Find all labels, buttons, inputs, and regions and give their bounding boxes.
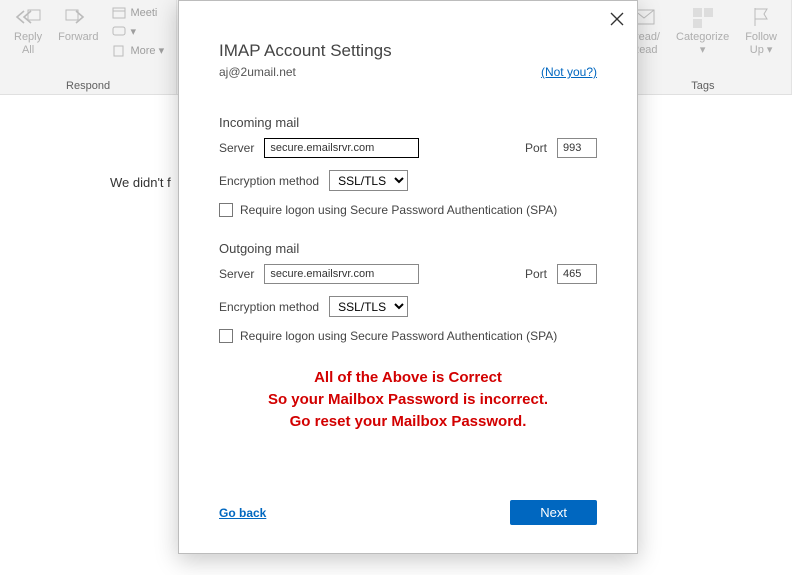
next-button[interactable]: Next <box>510 500 597 525</box>
not-you-link[interactable]: (Not you?) <box>541 65 597 79</box>
more-label: More ▾ <box>130 44 164 57</box>
calendar-icon <box>112 7 126 19</box>
outgoing-section-title: Outgoing mail <box>219 241 597 256</box>
account-email: aj@2umail.net <box>219 65 296 79</box>
outgoing-server-input[interactable] <box>264 264 419 284</box>
reply-all-button[interactable]: Reply All <box>8 4 48 76</box>
outgoing-encryption-label: Encryption method <box>219 300 319 314</box>
tags-group-label: Tags <box>691 76 714 92</box>
meeting-button[interactable]: Meeti <box>108 6 168 20</box>
reply-all-icon <box>14 6 42 28</box>
go-back-link[interactable]: Go back <box>219 506 266 520</box>
incoming-port-input[interactable] <box>557 138 597 158</box>
annotation-message: All of the Above is Correct So your Mail… <box>219 367 597 433</box>
outgoing-encryption-select[interactable]: SSL/TLS <box>329 296 408 317</box>
incoming-encryption-label: Encryption method <box>219 174 319 188</box>
dialog-title: IMAP Account Settings <box>219 41 597 61</box>
categorize-button[interactable]: Categorize ▾ <box>670 4 735 76</box>
close-button[interactable] <box>607 9 627 29</box>
meeting-label: Meeti <box>130 7 157 19</box>
categorize-label: Categorize ▾ <box>676 31 729 57</box>
ribbon-group-tags: nread/ Read Categorize ▾ Follow Up ▾ Tag… <box>615 0 792 94</box>
incoming-section-title: Incoming mail <box>219 115 597 130</box>
forward-icon <box>64 6 92 28</box>
outgoing-spa-checkbox[interactable] <box>219 329 233 343</box>
im-dropdown[interactable]: ▾ <box>108 24 168 39</box>
respond-small-buttons: Meeti ▾ More ▾ <box>108 4 168 76</box>
red-line-3: Go reset your Mailbox Password. <box>219 411 597 433</box>
red-line-1: All of the Above is Correct <box>219 367 597 389</box>
forward-label: Forward <box>58 31 98 44</box>
incoming-encryption-select[interactable]: SSL/TLS <box>329 170 408 191</box>
incoming-spa-checkbox[interactable] <box>219 203 233 217</box>
outgoing-port-label: Port <box>525 267 547 281</box>
respond-group-label: Respond <box>66 76 110 92</box>
followup-button[interactable]: Follow Up ▾ <box>739 4 783 76</box>
close-icon <box>607 9 627 29</box>
incoming-port-label: Port <box>525 141 547 155</box>
incoming-spa-label: Require logon using Secure Password Auth… <box>240 203 557 217</box>
reply-all-label: Reply All <box>14 31 42 57</box>
red-line-2: So your Mailbox Password is incorrect. <box>219 389 597 411</box>
incoming-server-input[interactable] <box>264 138 419 158</box>
followup-label: Follow Up ▾ <box>745 31 777 57</box>
categorize-icon <box>691 6 715 28</box>
page-icon <box>112 45 126 57</box>
account-settings-dialog: IMAP Account Settings aj@2umail.net (Not… <box>178 0 638 554</box>
speech-icon <box>112 26 126 38</box>
forward-button[interactable]: Forward <box>52 4 104 76</box>
outgoing-spa-label: Require logon using Secure Password Auth… <box>240 329 557 343</box>
flag-icon <box>749 6 773 28</box>
im-dd-label: ▾ <box>130 25 136 38</box>
ribbon-group-respond: Reply All Forward Meeti ▾ More ▾ <box>0 0 177 94</box>
incoming-server-label: Server <box>219 141 254 155</box>
more-dropdown[interactable]: More ▾ <box>108 43 168 58</box>
outgoing-port-input[interactable] <box>557 264 597 284</box>
outgoing-server-label: Server <box>219 267 254 281</box>
